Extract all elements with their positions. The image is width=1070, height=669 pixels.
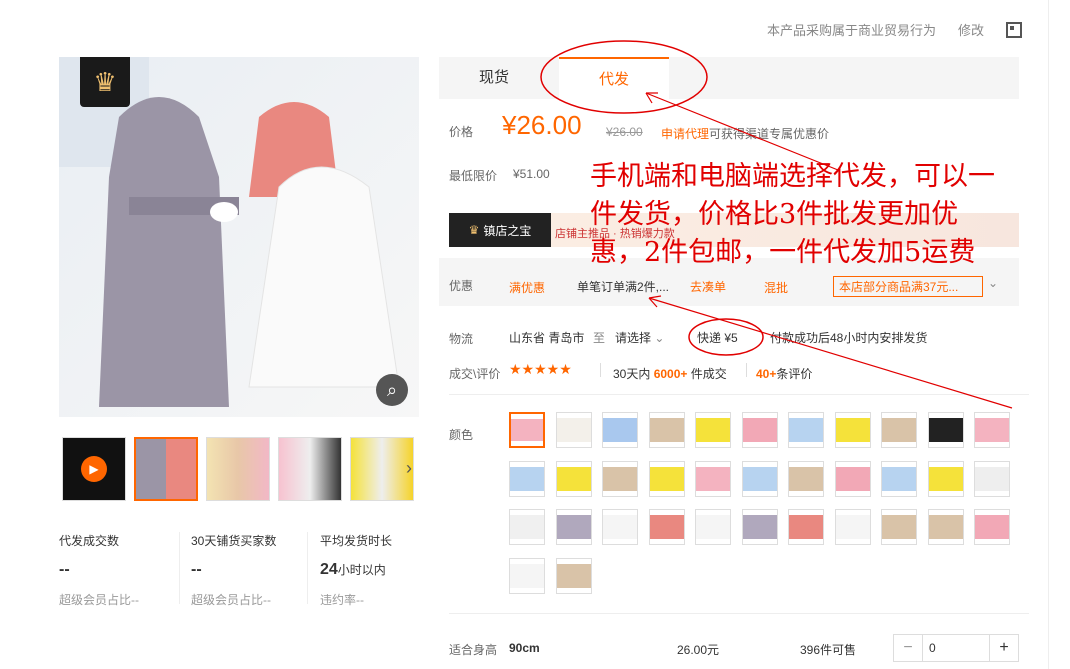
annotation-circle-tab bbox=[540, 40, 708, 114]
annotation-circle-express bbox=[688, 318, 764, 356]
annotation-arrow-2 bbox=[648, 297, 1013, 409]
annotation-arrowhead-1 bbox=[645, 92, 658, 104]
annotation-overlay bbox=[540, 40, 1013, 409]
annotation-text: 手机端和电脑端选择代发，可以一件发货，价格比3件批发更加优惠，2件包邮，一件代发… bbox=[590, 161, 995, 268]
